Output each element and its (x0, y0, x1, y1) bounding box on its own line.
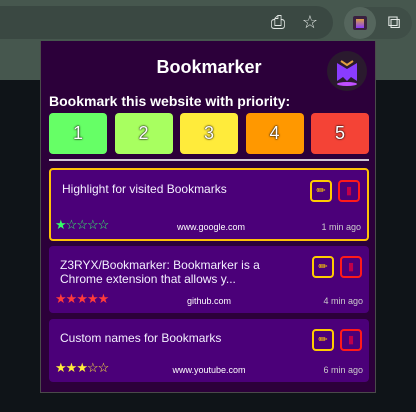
star-filled-icon: ★ (55, 291, 67, 306)
bookmark-card[interactable]: Custom names for Bookmarks ✏ ▮ ★★★☆☆ www… (49, 319, 369, 382)
pencil-icon: ✏ (318, 334, 328, 346)
priority-stars: ★★★☆☆ (55, 360, 110, 376)
star-filled-icon: ★ (86, 291, 99, 306)
priority-4-button[interactable]: 4 (245, 113, 304, 154)
star-filled-icon: ★ (55, 360, 67, 375)
edit-button[interactable]: ✏ (312, 329, 334, 351)
edit-button[interactable]: ✏ (312, 256, 334, 278)
star-empty-icon: ☆ (65, 217, 78, 232)
bookmark-card[interactable]: Highlight for visited Bookmarks ✏ ▮ ★☆☆☆… (49, 168, 369, 241)
bookmark-time: 1 min ago (321, 222, 361, 232)
star-empty-icon: ☆ (86, 360, 99, 375)
bookmark-url: www.google.com (176, 222, 246, 232)
star-empty-icon: ☆ (97, 360, 110, 375)
bookmark-url: github.com (186, 296, 232, 306)
divider (49, 159, 369, 161)
delete-button[interactable]: ▮ (340, 329, 362, 351)
star-empty-icon: ☆ (76, 217, 88, 232)
bookmark-title[interactable]: Highlight for visited Bookmarks (62, 182, 292, 196)
trash-icon: ▮ (347, 334, 355, 346)
priority-stars: ★★★★★ (55, 291, 110, 307)
delete-button[interactable]: ▮ (338, 180, 360, 202)
extensions-puzzle-icon[interactable]: ⧉ (383, 12, 405, 32)
star-filled-icon: ★ (76, 360, 88, 375)
extension-popup: Bookmarker Bookmark this website with pr… (40, 41, 376, 393)
priority-prompt: Bookmark this website with priority: (49, 93, 291, 109)
trash-icon: ▮ (347, 261, 355, 273)
star-empty-icon: ☆ (86, 217, 99, 232)
bookmarker-extension-button[interactable] (344, 7, 376, 39)
bookmark-url: www.youtube.com (172, 365, 246, 375)
bookmark-title[interactable]: Z3RYX/Bookmarker: Bookmarker is a Chrome… (60, 258, 290, 286)
star-filled-icon: ★ (55, 217, 67, 232)
pencil-icon: ✏ (316, 185, 326, 197)
star-filled-icon: ★ (97, 291, 110, 306)
bookmark-title[interactable]: Custom names for Bookmarks (60, 331, 290, 345)
delete-button[interactable]: ▮ (340, 256, 362, 278)
trash-icon: ▮ (345, 185, 353, 197)
bookmarker-extension-icon (353, 16, 367, 30)
star-empty-icon: ☆ (97, 217, 110, 232)
priority-5-button[interactable]: 5 (311, 113, 369, 154)
install-app-icon[interactable]: ⎙ (267, 12, 289, 32)
priority-3-button[interactable]: 3 (180, 113, 238, 154)
bookmark-time: 4 min ago (323, 296, 363, 306)
edit-button[interactable]: ✏ (310, 180, 332, 202)
priority-2-button[interactable]: 2 (114, 113, 173, 154)
priority-stars: ★☆☆☆☆ (55, 217, 110, 233)
bookmark-card[interactable]: Z3RYX/Bookmarker: Bookmarker is a Chrome… (49, 246, 369, 313)
pencil-icon: ✏ (318, 261, 328, 273)
bookmark-star-icon[interactable]: ☆ (299, 12, 321, 32)
star-filled-icon: ★ (65, 360, 78, 375)
priority-1-button[interactable]: 1 (49, 113, 107, 154)
star-filled-icon: ★ (76, 291, 88, 306)
bookmark-time: 6 min ago (323, 365, 363, 375)
bookmarker-logo (327, 51, 367, 91)
star-filled-icon: ★ (65, 291, 78, 306)
